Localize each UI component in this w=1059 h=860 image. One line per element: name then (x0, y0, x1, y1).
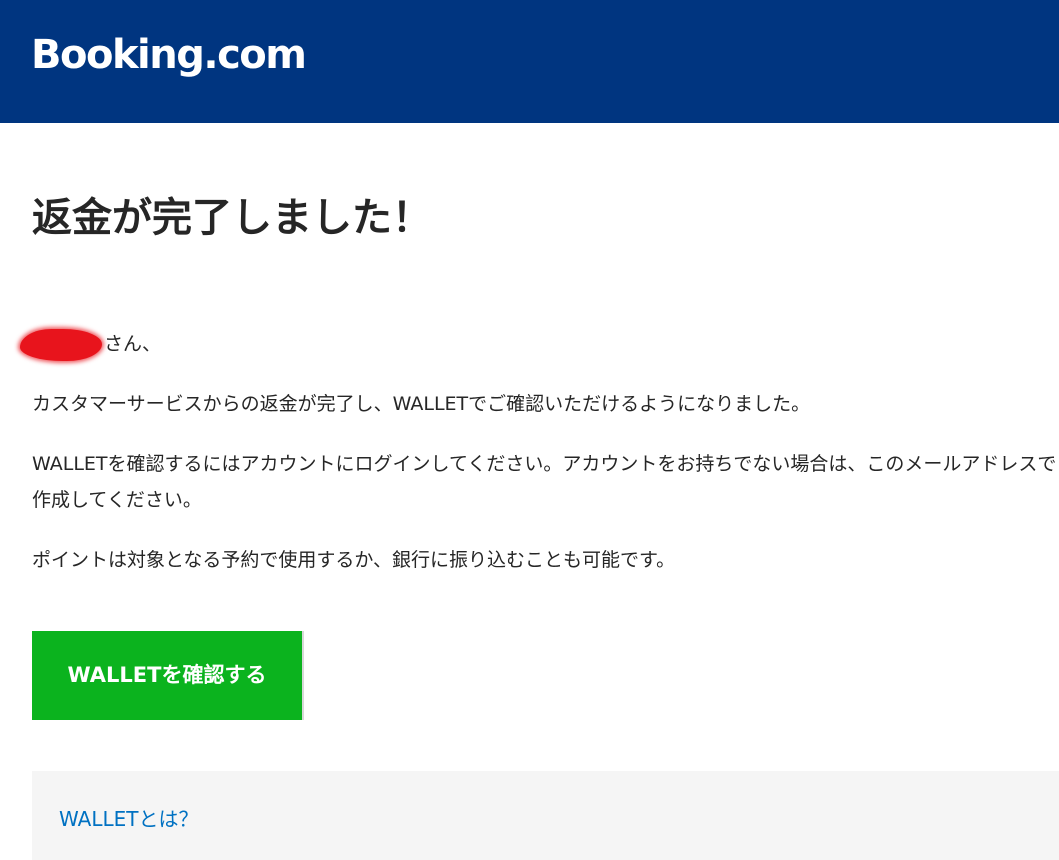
points-usage-note: ポイントは対象となる予約で使用するか、銀行に振り込むことも可能です。 (32, 549, 676, 571)
what-is-wallet-link[interactable]: WALLETとは？ (59, 801, 199, 837)
greeting-suffix: さん、 (104, 333, 162, 355)
header-bar: Booking.com (0, 0, 1059, 123)
wallet-info-box: WALLETとは？ (32, 771, 1059, 860)
page-title: 返金が完了しました！ (32, 195, 432, 241)
booking-logo[interactable]: Booking.com (31, 27, 307, 83)
refund-message: カスタマーサービスからの返金が完了し、WALLETでご確認いただけるようになりま… (32, 393, 811, 415)
redacted-name (20, 328, 102, 361)
check-wallet-button[interactable]: WALLETを確認する (32, 631, 304, 720)
greeting: さん、 (20, 326, 161, 362)
login-instructions: WALLETを確認するにはアカウントにログインしてください。アカウントをお持ちで… (32, 453, 1057, 511)
